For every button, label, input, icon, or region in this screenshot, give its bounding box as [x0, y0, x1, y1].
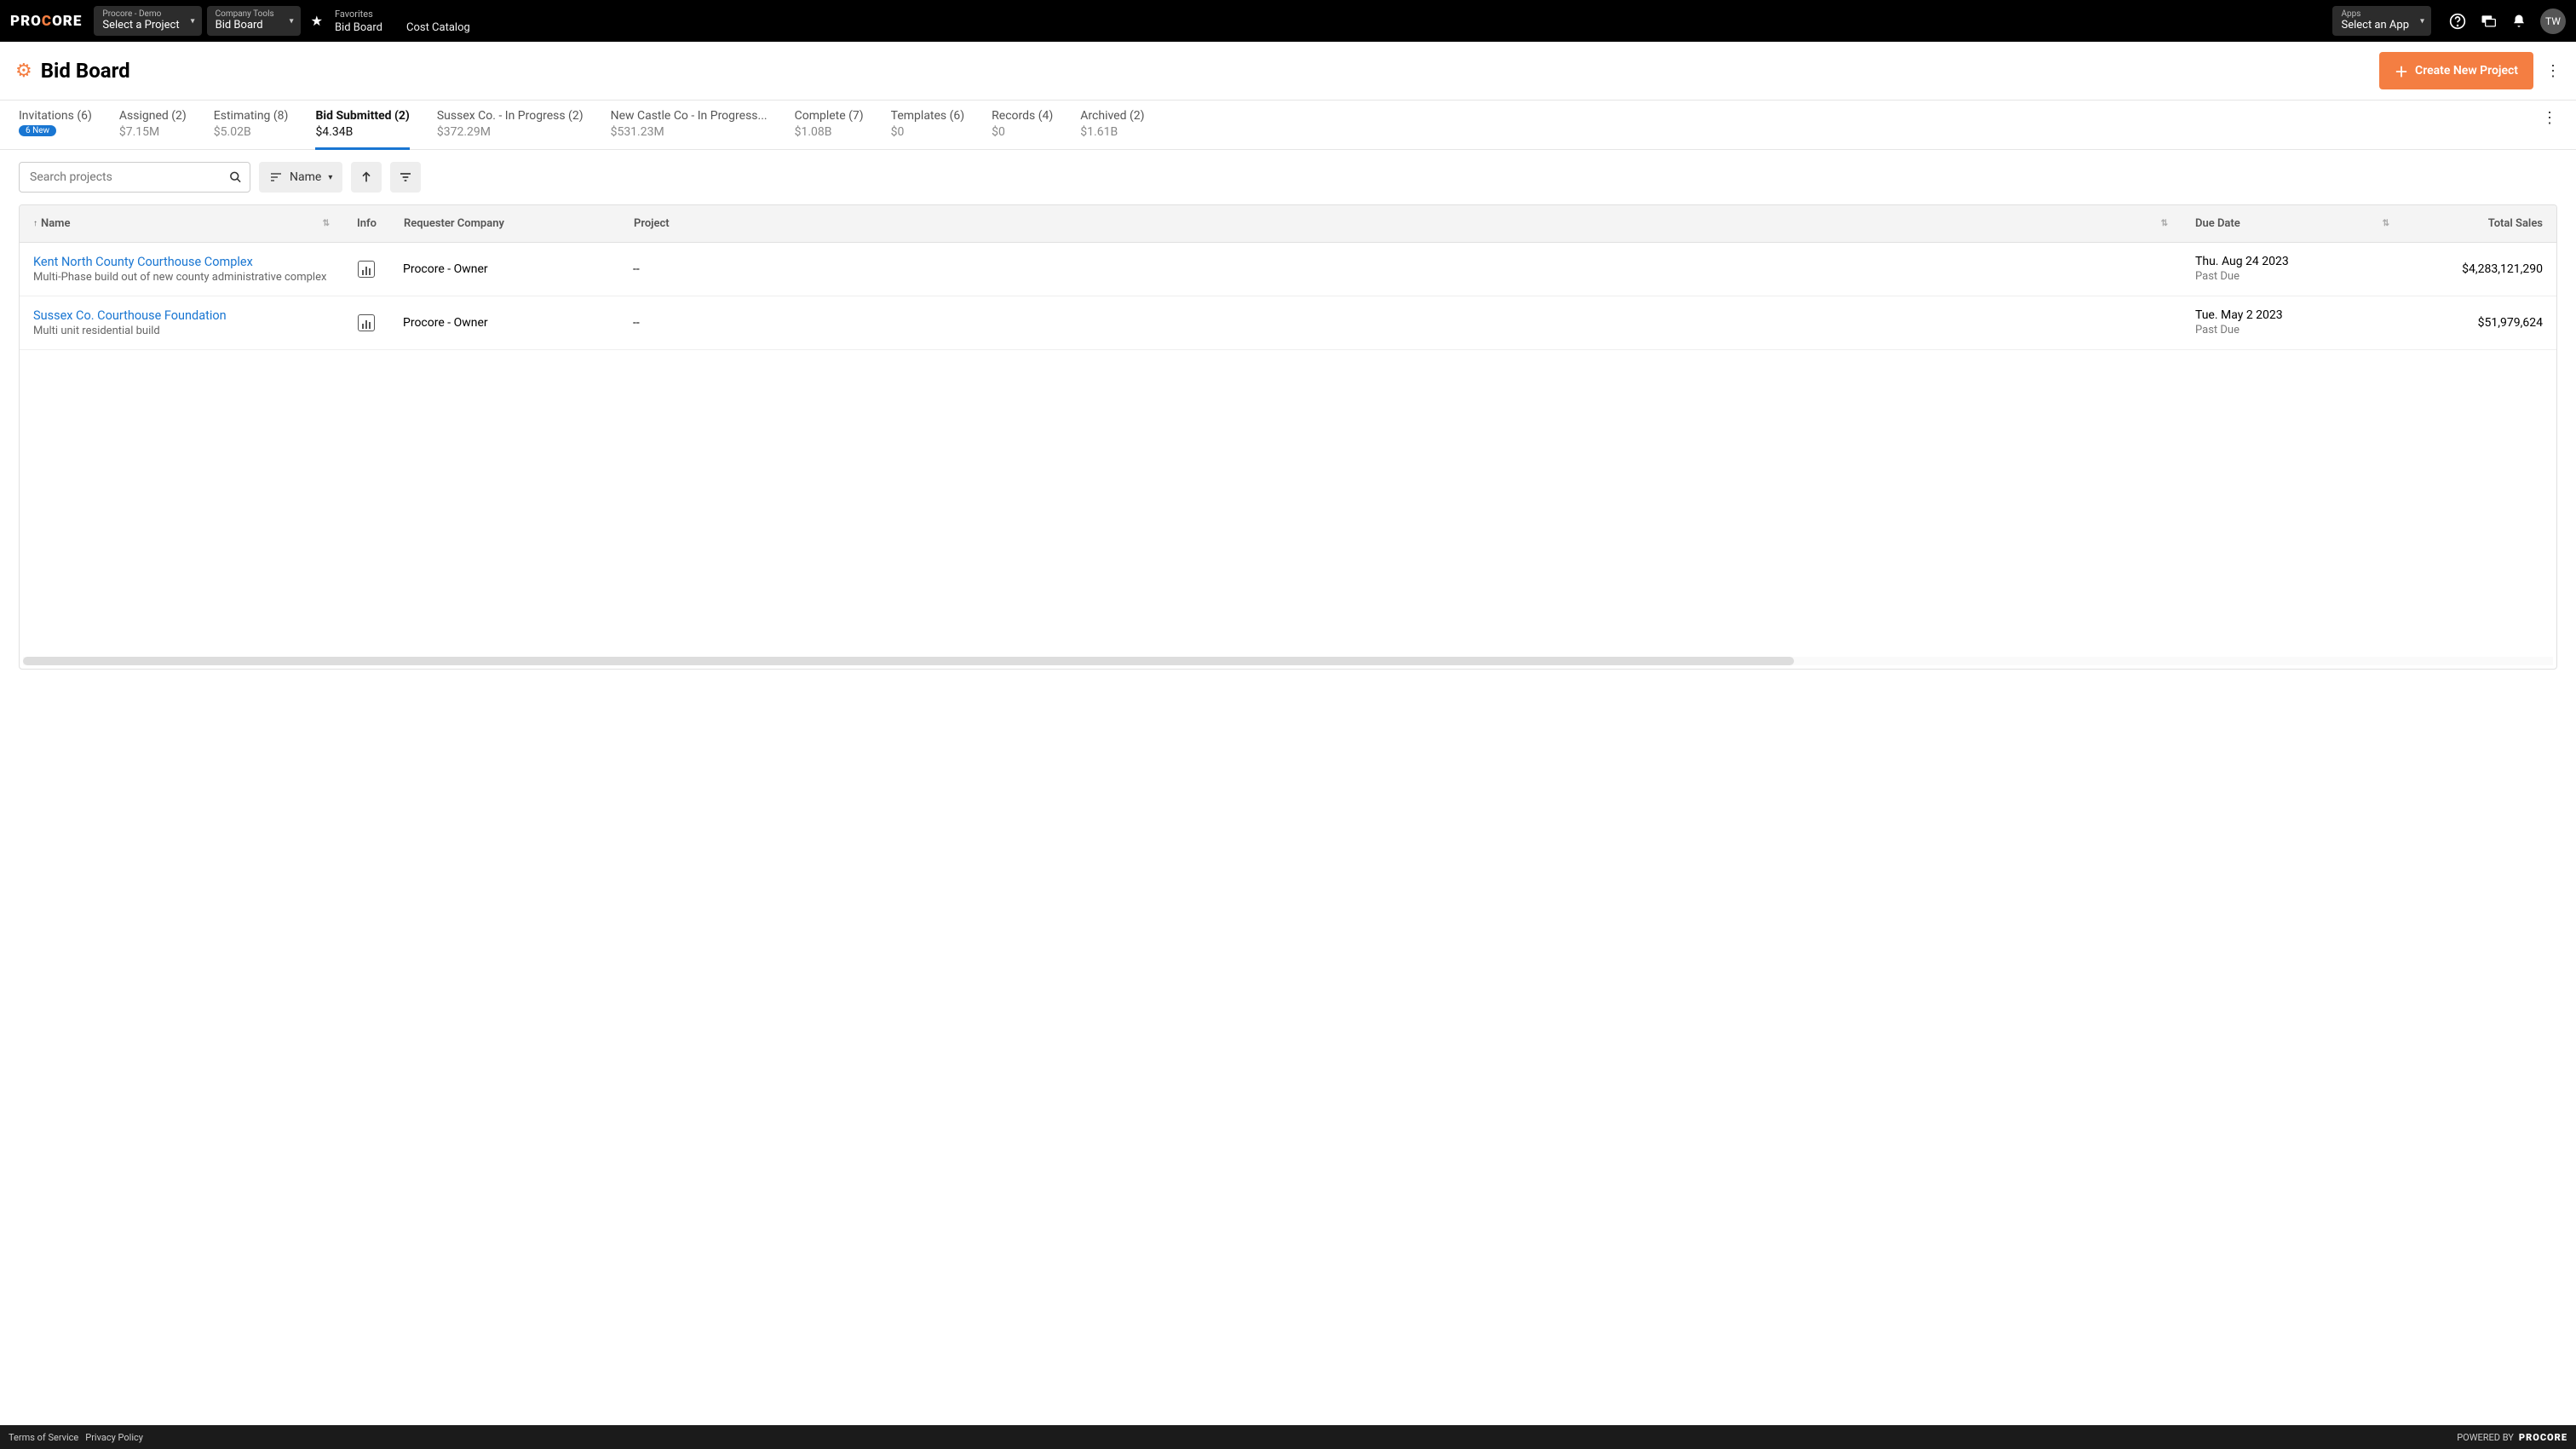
col-header-project[interactable]: Project ⇅	[620, 205, 2182, 242]
row-requester: Procore - Owner	[389, 243, 619, 296]
sort-asc-icon: ↑	[33, 219, 37, 228]
tab-sussex-co[interactable]: Sussex Co. - In Progress (2) $372.29M	[437, 109, 584, 147]
chart-icon[interactable]	[358, 261, 375, 278]
project-selector-value: Select a Project	[102, 19, 179, 32]
tab-new-castle-co[interactable]: New Castle Co - In Progress... $531.23M	[611, 109, 768, 147]
apps-selector-value: Select an App	[2341, 19, 2409, 32]
row-project: --	[619, 296, 2182, 349]
horizontal-scrollbar[interactable]	[23, 657, 2553, 665]
table-toolbar: Name ▾	[0, 150, 2576, 204]
table-header: ↑ Name ⇅ Info Requester Company Project …	[20, 205, 2556, 243]
user-avatar[interactable]: TW	[2540, 9, 2566, 34]
chevron-down-icon: ▾	[290, 16, 294, 26]
tabs-overflow-menu[interactable]: ⋮	[2542, 109, 2557, 135]
sort-icon: ⇅	[323, 219, 330, 228]
tool-selector-label: Company Tools	[216, 9, 279, 19]
row-name-link[interactable]: Sussex Co. Courthouse Foundation	[33, 308, 227, 323]
help-icon[interactable]	[2448, 12, 2467, 31]
search-wrapper	[19, 162, 250, 193]
chevron-down-icon: ▾	[328, 173, 332, 182]
sort-direction-button[interactable]	[351, 162, 382, 193]
gear-icon[interactable]: ⚙	[15, 60, 32, 82]
create-new-project-label: Create New Project	[2415, 64, 2518, 78]
powered-by-logo: PROCORE	[2519, 1432, 2567, 1443]
col-header-due[interactable]: Due Date ⇅	[2182, 205, 2403, 242]
project-selector[interactable]: Procore - Demo Select a Project ▾	[94, 6, 201, 36]
col-header-requester[interactable]: Requester Company	[390, 205, 620, 242]
chevron-down-icon: ▾	[2420, 16, 2424, 26]
apps-selector[interactable]: Apps Select an App ▾	[2332, 6, 2431, 36]
tab-bid-submitted[interactable]: Bid Submitted (2) $4.34B	[315, 109, 409, 150]
search-input[interactable]	[19, 162, 250, 193]
tab-archived[interactable]: Archived (2) $1.61B	[1080, 109, 1144, 147]
tab-records[interactable]: Records (4) $0	[992, 109, 1053, 147]
bell-icon[interactable]	[2510, 12, 2528, 31]
new-badge: 6 New	[19, 125, 56, 136]
bids-table: ↑ Name ⇅ Info Requester Company Project …	[19, 204, 2557, 670]
filter-button[interactable]	[390, 162, 421, 193]
row-subtitle: Multi unit residential build	[33, 325, 160, 337]
project-selector-label: Procore - Demo	[102, 9, 179, 19]
powered-by-label: POWERED BY	[2457, 1432, 2514, 1443]
col-header-total[interactable]: Total Sales	[2403, 205, 2556, 242]
chevron-down-icon: ▾	[191, 16, 195, 26]
row-due-date: Tue. May 2 2023	[2195, 308, 2283, 322]
tab-assigned[interactable]: Assigned (2) $7.15M	[119, 109, 187, 147]
row-due-status: Past Due	[2195, 270, 2240, 283]
col-header-name[interactable]: ↑ Name ⇅	[20, 205, 343, 242]
favorite-link-cost-catalog[interactable]: Cost Catalog	[406, 21, 470, 34]
tab-templates[interactable]: Templates (6) $0	[891, 109, 965, 147]
topbar: PROCORE Procore - Demo Select a Project …	[0, 0, 2576, 42]
favorite-link-bid-board[interactable]: Bid Board	[335, 21, 382, 34]
favorites-heading: Favorites	[335, 9, 470, 20]
page-actions-menu[interactable]: ⋮	[2545, 62, 2561, 80]
row-total: $4,283,121,290	[2403, 243, 2556, 296]
favorites-block: Favorites Bid Board Cost Catalog	[335, 9, 470, 34]
logo[interactable]: PROCORE	[10, 13, 82, 30]
row-name-link[interactable]: Kent North County Courthouse Complex	[33, 255, 253, 269]
favorite-star-icon[interactable]: ★	[311, 13, 323, 29]
row-project: --	[619, 243, 2182, 296]
titlebar: ⚙ Bid Board ＋ Create New Project ⋮	[0, 42, 2576, 101]
table-body: Kent North County Courthouse Complex Mul…	[20, 243, 2556, 657]
page-title: Bid Board	[41, 59, 130, 83]
row-due-status: Past Due	[2195, 324, 2240, 336]
tab-estimating[interactable]: Estimating (8) $5.02B	[214, 109, 289, 147]
sort-by-button[interactable]: Name ▾	[259, 162, 342, 193]
apps-selector-label: Apps	[2341, 9, 2409, 19]
terms-link[interactable]: Terms of Service	[9, 1432, 78, 1443]
row-subtitle: Multi-Phase build out of new county admi…	[33, 271, 326, 284]
table-row: Kent North County Courthouse Complex Mul…	[20, 243, 2556, 296]
tool-selector-value: Bid Board	[216, 19, 279, 32]
search-icon[interactable]	[229, 171, 242, 184]
row-due-date: Thu. Aug 24 2023	[2195, 255, 2289, 268]
tool-selector[interactable]: Company Tools Bid Board ▾	[207, 6, 301, 36]
sort-icon: ⇅	[2161, 219, 2168, 228]
table-row: Sussex Co. Courthouse Foundation Multi u…	[20, 296, 2556, 350]
messages-icon[interactable]	[2479, 12, 2498, 31]
row-total: $51,979,624	[2403, 296, 2556, 349]
sort-by-label: Name	[290, 170, 321, 184]
tab-complete[interactable]: Complete (7) $1.08B	[795, 109, 864, 147]
col-header-info[interactable]: Info	[343, 205, 390, 242]
plus-icon: ＋	[2395, 60, 2408, 81]
sort-icon: ⇅	[2383, 219, 2389, 228]
footer: Terms of Service Privacy Policy POWERED …	[0, 1425, 2576, 1449]
chart-icon[interactable]	[358, 314, 375, 331]
row-requester: Procore - Owner	[389, 296, 619, 349]
create-new-project-button[interactable]: ＋ Create New Project	[2379, 52, 2533, 89]
tabstrip: Invitations (6) 6 New Assigned (2) $7.15…	[0, 101, 2576, 150]
privacy-link[interactable]: Privacy Policy	[85, 1432, 143, 1443]
tab-invitations[interactable]: Invitations (6) 6 New	[19, 109, 92, 145]
